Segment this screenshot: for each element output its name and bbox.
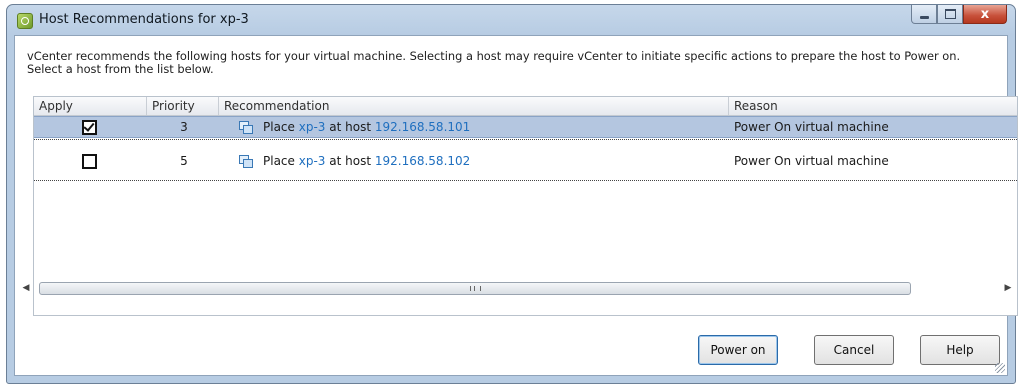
table-row[interactable]: 5 Place xp-3 at host 192.168.58.102 Powe… [34, 151, 1017, 171]
column-header-recommendation[interactable]: Recommendation [219, 97, 729, 115]
minimize-icon [919, 15, 929, 19]
scroll-grip-icon [470, 286, 481, 291]
scrollbar-thumb[interactable] [39, 282, 911, 295]
title-bar[interactable]: Host Recommendations for xp-3 x [7, 5, 1015, 35]
close-button[interactable]: x [963, 5, 1007, 24]
table-header: Apply Priority Recommendation Reason [34, 97, 1017, 116]
dialog-window: Host Recommendations for xp-3 x vCenter … [6, 4, 1018, 384]
reason-text: Power On virtual machine [734, 120, 889, 134]
window-controls: x [911, 5, 1007, 25]
apply-checkbox-unchecked[interactable] [82, 154, 97, 169]
scroll-right-arrow-icon[interactable]: ▶ [1001, 280, 1015, 297]
row-divider [34, 180, 1017, 181]
apply-checkbox-checked[interactable] [82, 120, 97, 135]
recommendation-text: Place xp-3 at host 192.168.58.101 [263, 117, 470, 137]
maximize-button[interactable] [937, 5, 963, 24]
maximize-icon [944, 9, 956, 19]
column-header-apply[interactable]: Apply [34, 97, 147, 115]
scroll-left-arrow-icon[interactable]: ◀ [19, 280, 33, 297]
cancel-button[interactable]: Cancel [814, 335, 894, 365]
column-header-priority[interactable]: Priority [147, 97, 219, 115]
window-title: Host Recommendations for xp-3 [39, 12, 249, 27]
minimize-button[interactable] [911, 5, 937, 24]
checkmark-icon [83, 120, 95, 132]
help-button[interactable]: Help [920, 335, 1000, 365]
host-link[interactable]: 192.168.58.101 [375, 120, 470, 134]
vm-link[interactable]: xp-3 [299, 120, 326, 134]
connector-label: at host [329, 120, 372, 134]
description-text: vCenter recommends the following hosts f… [27, 49, 961, 76]
vm-place-icon [239, 121, 253, 134]
connector-label: at host [329, 154, 372, 168]
action-label: Place [263, 154, 295, 168]
column-header-reason[interactable]: Reason [729, 97, 1017, 115]
vsphere-app-icon [17, 13, 33, 29]
priority-value: 5 [180, 154, 188, 168]
priority-value: 3 [180, 120, 188, 134]
resize-grip-icon[interactable] [995, 363, 1005, 373]
horizontal-scrollbar[interactable]: ◀ ▶ [15, 280, 1015, 297]
recommendation-text: Place xp-3 at host 192.168.58.102 [263, 151, 470, 171]
table-row[interactable]: 3 Place xp-3 at host 192.168.58.101 Powe… [34, 116, 1017, 138]
close-icon: x [980, 6, 990, 22]
host-link[interactable]: 192.168.58.102 [375, 154, 470, 168]
dialog-body: vCenter recommends the following hosts f… [14, 35, 1018, 376]
vm-link[interactable]: xp-3 [299, 154, 326, 168]
power-on-button[interactable]: Power on [698, 335, 778, 365]
reason-text: Power On virtual machine [734, 154, 889, 168]
row-divider [34, 139, 1017, 140]
action-label: Place [263, 120, 295, 134]
vm-place-icon [239, 155, 253, 168]
